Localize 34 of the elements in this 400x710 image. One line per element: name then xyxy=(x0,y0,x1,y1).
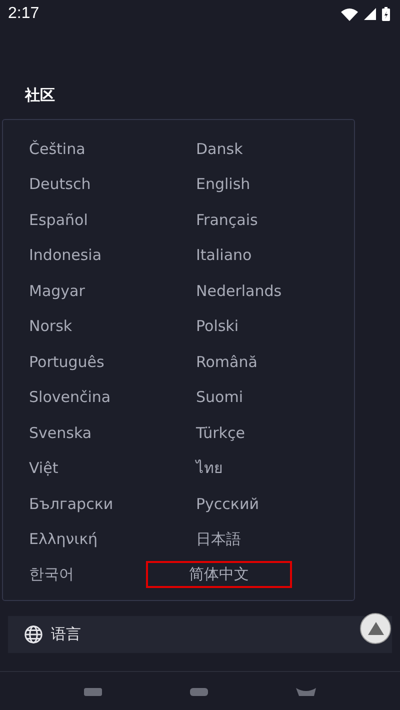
language-option[interactable]: Italiano xyxy=(190,242,258,268)
language-option[interactable]: 简体中文 xyxy=(146,561,292,588)
signal-icon xyxy=(364,8,376,20)
language-option[interactable]: Čeština xyxy=(23,136,92,162)
language-option[interactable]: Polski xyxy=(190,313,245,340)
language-option[interactable]: Việt xyxy=(23,455,64,482)
language-option[interactable]: Dansk xyxy=(190,136,249,162)
language-option[interactable]: Русский xyxy=(190,490,265,517)
language-option[interactable]: Türkçe xyxy=(190,420,251,446)
language-option[interactable]: English xyxy=(190,171,256,198)
wifi-icon xyxy=(341,8,358,20)
language-option[interactable]: ไทย xyxy=(190,452,229,484)
language-option[interactable]: Português xyxy=(23,348,110,375)
language-option[interactable]: Español xyxy=(23,206,94,233)
language-option[interactable]: Magyar xyxy=(23,278,91,304)
language-option[interactable]: Svenska xyxy=(23,420,98,446)
battery-icon xyxy=(382,7,390,21)
language-option[interactable]: Indonesia xyxy=(23,242,108,268)
section-title: 社区 xyxy=(25,85,55,106)
globe-icon xyxy=(24,625,43,644)
language-option[interactable]: Slovenčina xyxy=(23,384,117,410)
language-option[interactable]: 日本語 xyxy=(190,526,247,553)
language-option[interactable]: Română xyxy=(190,348,264,375)
language-option[interactable]: Suomi xyxy=(190,384,249,410)
status-time: 2:17 xyxy=(8,5,40,23)
language-button[interactable]: 语言 xyxy=(8,616,392,653)
language-option[interactable]: Ελληνική xyxy=(23,526,104,552)
language-option[interactable]: Nederlands xyxy=(190,278,288,304)
language-option[interactable]: Deutsch xyxy=(23,171,97,198)
language-option[interactable]: Français xyxy=(190,206,264,233)
language-option[interactable]: Български xyxy=(23,490,120,517)
triangle-up-icon xyxy=(368,622,384,635)
language-option[interactable]: 한국어 xyxy=(23,561,80,588)
language-option[interactable]: Norsk xyxy=(23,313,78,340)
